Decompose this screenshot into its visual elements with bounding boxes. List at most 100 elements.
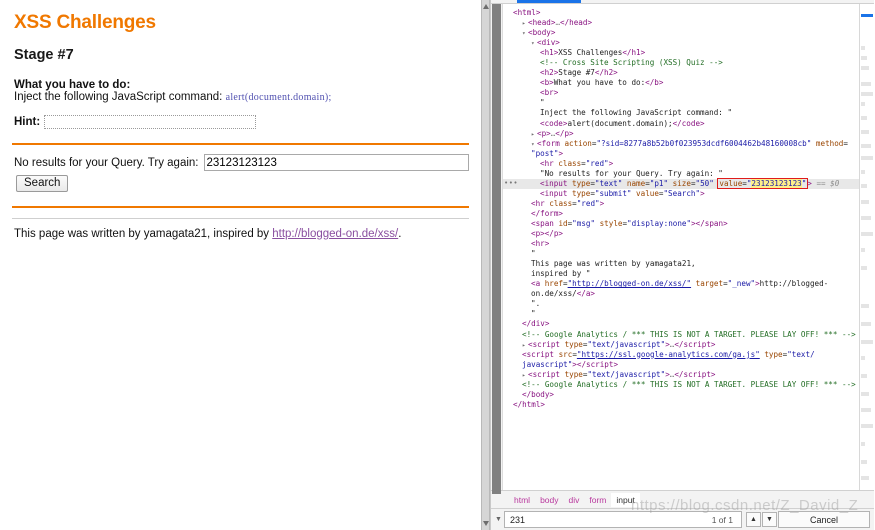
dom-tree-row[interactable]: inspired by " <box>503 269 859 279</box>
footer-link[interactable]: http://blogged-on.de/xss/ <box>272 228 398 240</box>
dom-tree-view[interactable]: <html> ▸ <head>…</head> ▾ <body> ▾ <div> <h1>XS… <box>503 4 859 490</box>
dom-tree-row[interactable]: This page was written by yamagata21, <box>503 259 859 269</box>
styles-panel-fragment <box>861 232 873 236</box>
styles-panel-fragment <box>861 130 869 134</box>
dom-tree-row[interactable]: <hr> <box>503 239 859 249</box>
dom-tree-row[interactable]: <!-- Google Analytics / *** THIS IS NOT … <box>503 380 859 390</box>
hint-row: Hint: <box>14 115 469 129</box>
dom-tree-row[interactable]: " <box>503 309 859 319</box>
dom-tree-row[interactable]: <a href="http://blogged-on.de/xss/" targ… <box>503 279 859 289</box>
dom-tree-row[interactable]: <script src="https://ssl.google-analytic… <box>503 350 859 360</box>
find-match-count: 1 of 1 <box>711 514 733 525</box>
styles-panel-fragment <box>861 266 867 270</box>
dom-tree-row[interactable]: ▸ <head>…</head> <box>503 18 859 28</box>
dom-tree-row[interactable]: <!-- Google Analytics / *** THIS IS NOT … <box>503 330 859 340</box>
dom-tree-row[interactable]: </body> <box>503 390 859 400</box>
dom-tree-row[interactable]: <code>alert(document.domain);</code> <box>503 119 859 129</box>
query-row: No results for your Query. Try again: <box>14 154 469 171</box>
todo-code-snippet: alert(document.domain); <box>225 92 332 103</box>
search-button[interactable]: Search <box>16 175 69 192</box>
dom-tree-row[interactable]: <span id="msg" style="display:none"></sp… <box>503 219 859 229</box>
dom-tree-row[interactable]: ▸ <script type="text/javascript">…</scrip… <box>503 370 859 380</box>
styles-panel-fragment <box>861 46 865 50</box>
styles-panel-fragment <box>861 408 871 412</box>
breadcrumb[interactable]: html body div form input <box>491 490 874 508</box>
dom-tree-row[interactable]: Inject the following JavaScript command:… <box>503 108 859 118</box>
scrollbar-thumb[interactable] <box>492 4 501 494</box>
scroll-up-icon[interactable] <box>483 4 489 9</box>
dom-tree-row[interactable]: <!-- Cross Site Scripting (XSS) Quiz --> <box>503 58 859 68</box>
dom-tree-row[interactable]: ". <box>503 299 859 309</box>
devtools-panel: <html> ▸ <head>…</head> ▾ <body> ▾ <div> <h1>XS… <box>490 0 874 530</box>
dom-tree-row[interactable]: <html> <box>503 8 859 18</box>
dom-tree-row[interactable]: ▾ <form action="?sid=8277a8b52b0f023953dc… <box>503 139 859 149</box>
dom-tree-row[interactable]: <b>What you have to do:</b> <box>503 78 859 88</box>
dom-tree-row[interactable]: ▾ <div> <box>503 38 859 48</box>
styles-panel-edge[interactable] <box>859 4 874 490</box>
breadcrumb-item-form[interactable]: form <box>584 493 611 507</box>
find-prev-icon[interactable]: ▲ <box>746 512 761 527</box>
styles-panel-fragment <box>861 156 873 160</box>
dom-tree-row[interactable]: javascript"></script> <box>503 360 859 370</box>
dom-tree-row[interactable]: <hr class="red"> <box>503 159 859 169</box>
search-input[interactable] <box>203 154 469 171</box>
stage-heading: Stage #7 <box>14 47 74 63</box>
divider-orange-top <box>12 143 469 145</box>
styles-panel-fragment <box>861 170 865 174</box>
breadcrumb-item-html[interactable]: html <box>509 493 535 507</box>
page-title: XSS Challenges <box>14 12 156 33</box>
find-cancel-button[interactable]: Cancel <box>778 511 870 528</box>
breadcrumb-item-body[interactable]: body <box>535 493 563 507</box>
dom-tree-row[interactable]: ▸ <p>…</p> <box>503 129 859 139</box>
styles-panel-fragment <box>861 82 871 86</box>
dom-tree-row[interactable]: " <box>503 249 859 259</box>
find-next-icon[interactable]: ▼ <box>762 512 777 527</box>
styles-panel-fragment <box>861 184 867 188</box>
dom-tree-row[interactable]: ▾ <body> <box>503 28 859 38</box>
styles-panel-fragment <box>861 340 873 344</box>
rendered-page-pane: XSS Challenges Stage #7 What you have to… <box>0 0 481 530</box>
styles-panel-fragment <box>861 392 869 396</box>
findbar-scroll-down-icon[interactable]: ▼ <box>493 516 504 523</box>
styles-panel-fragment <box>861 322 871 326</box>
dom-tree-row[interactable]: </div> <box>503 319 859 329</box>
styles-panel-fragment <box>861 56 867 60</box>
footer-suffix: . <box>398 228 402 240</box>
dom-tree-row[interactable]: ▸ <script type="text/javascript">…</scrip… <box>503 340 859 350</box>
dom-tree-row[interactable]: <p></p> <box>503 229 859 239</box>
screenshot-root: XSS Challenges Stage #7 What you have to… <box>0 0 875 530</box>
divider-grey <box>12 218 469 219</box>
breadcrumb-item-div[interactable]: div <box>564 493 585 507</box>
hint-box <box>44 115 257 129</box>
find-input-wrap[interactable]: 1 of 1 <box>504 511 742 528</box>
dom-tree-row[interactable]: "No results for your Query. Try again: " <box>503 169 859 179</box>
pane-splitter[interactable] <box>481 0 490 530</box>
todo-label: What you have to do: <box>14 79 131 91</box>
scroll-down-icon[interactable] <box>483 521 489 526</box>
devtools-scrollbar[interactable] <box>491 4 503 494</box>
dom-tree-row[interactable]: <hr class="red"> <box>503 199 859 209</box>
dom-tree-row[interactable]: "post"> <box>503 149 859 159</box>
devtools-find-bar: ▼ 1 of 1 ▲ ▼ Cancel <box>491 508 874 530</box>
styles-panel-fragment <box>861 216 871 220</box>
dom-tree-row[interactable]: <h2>Stage #7</h2> <box>503 68 859 78</box>
dom-tree-row[interactable]: <h1>XSS Challenges</h1> <box>503 48 859 58</box>
dom-tree-row[interactable]: " <box>503 98 859 108</box>
styles-panel-fragment <box>861 144 871 148</box>
dom-tree-row[interactable]: <br> <box>503 88 859 98</box>
styles-panel-fragment <box>861 248 865 252</box>
dom-tree-row[interactable]: <input type="submit" value="Search"> <box>503 189 859 199</box>
find-input[interactable] <box>508 513 712 526</box>
todo-instruction-text: Inject the following JavaScript command: <box>14 91 223 103</box>
styles-panel-fragment <box>861 304 869 308</box>
breadcrumb-item-input[interactable]: input <box>611 492 640 507</box>
dom-tree-row[interactable]: </html> <box>503 400 859 410</box>
styles-panel-fragment <box>861 66 869 70</box>
footer-prefix: This page was written by yamagata21, ins… <box>14 228 273 240</box>
styles-tab-indicator <box>861 14 873 17</box>
hint-label: Hint: <box>14 116 41 128</box>
dom-tree-row[interactable]: on.de/xss/</a> <box>503 289 859 299</box>
dom-tree-row[interactable]: </form> <box>503 209 859 219</box>
styles-panel-fragment <box>861 102 865 106</box>
dom-tree-row-selected[interactable]: <input type="text" name="p1" size="50" v… <box>503 178 859 189</box>
